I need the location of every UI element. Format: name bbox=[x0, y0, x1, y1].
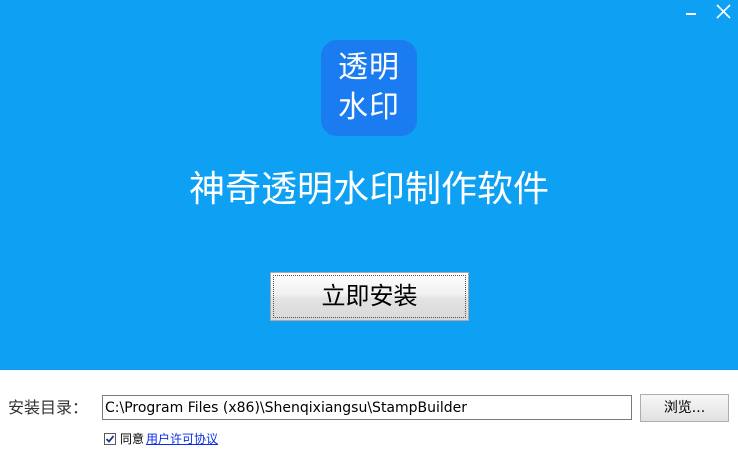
browse-button[interactable]: 浏览... bbox=[640, 394, 729, 422]
agree-checkbox[interactable] bbox=[104, 433, 116, 445]
app-logo: 透明 水印 bbox=[321, 40, 417, 136]
minimize-icon bbox=[686, 13, 696, 15]
install-dir-input[interactable] bbox=[102, 395, 632, 420]
checkmark-icon bbox=[105, 435, 115, 443]
agree-label: 同意 bbox=[120, 432, 145, 446]
close-button[interactable] bbox=[708, 0, 738, 26]
install-dir-label: 安装目录： bbox=[8, 398, 89, 417]
logo-text-line2: 水印 bbox=[338, 90, 400, 125]
minimize-button[interactable] bbox=[676, 0, 706, 26]
header-banner: 透明 水印 神奇透明水印制作软件 立即安装 bbox=[0, 0, 738, 370]
app-title: 神奇透明水印制作软件 bbox=[188, 169, 549, 210]
install-now-button[interactable]: 立即安装 bbox=[270, 272, 469, 321]
close-icon bbox=[716, 4, 731, 19]
logo-text-line1: 透明 bbox=[338, 50, 400, 85]
license-agreement-link[interactable]: 用户许可协议 bbox=[146, 431, 218, 447]
